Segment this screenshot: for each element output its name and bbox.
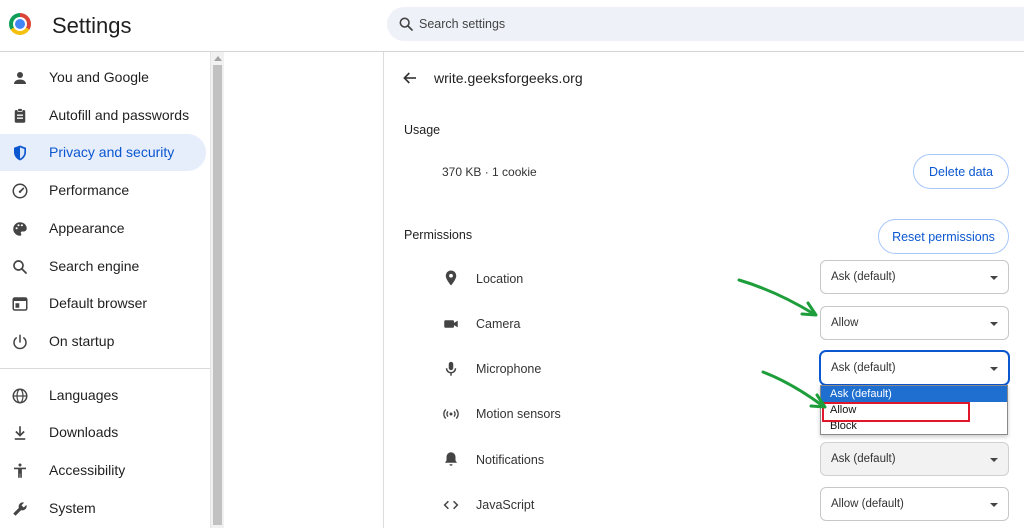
caret-down-icon bbox=[990, 322, 998, 326]
permission-label-notifications: Notifications bbox=[476, 453, 545, 467]
permission-label-microphone: Microphone bbox=[476, 362, 542, 376]
dropdown-option-allow[interactable]: Allow bbox=[821, 402, 1007, 418]
usage-summary: 370 KB · 1 cookie bbox=[442, 165, 537, 179]
palette-icon bbox=[13, 222, 27, 236]
back-arrow-icon[interactable] bbox=[402, 70, 418, 86]
usage-heading: Usage bbox=[404, 123, 441, 137]
globe-icon bbox=[12, 388, 28, 404]
sidebar-item-label: Appearance bbox=[49, 220, 125, 236]
sidebar-item-appearance[interactable]: Appearance bbox=[0, 210, 206, 247]
person-icon bbox=[14, 72, 26, 84]
reset-permissions-button[interactable]: Reset permissions bbox=[878, 219, 1009, 254]
shield-icon bbox=[14, 145, 26, 161]
location-pin-icon bbox=[445, 270, 457, 286]
caret-down-icon bbox=[990, 276, 998, 280]
page-title: Settings bbox=[52, 13, 132, 38]
motion-sensor-icon bbox=[443, 409, 459, 419]
select-value: Ask (default) bbox=[831, 362, 896, 374]
dropdown-option-ask[interactable]: Ask (default) bbox=[821, 386, 1007, 402]
location-permission-select[interactable]: Ask (default) bbox=[820, 260, 1009, 294]
sidebar-item-search-engine[interactable]: Search engine bbox=[0, 248, 206, 285]
sidebar-item-label: Default browser bbox=[49, 295, 148, 311]
sidebar-item-you-and-google[interactable]: You and Google bbox=[0, 59, 206, 96]
code-icon bbox=[443, 500, 459, 510]
sidebar-item-label: System bbox=[49, 500, 96, 516]
sidebar-item-label: Autofill and passwords bbox=[49, 107, 190, 123]
caret-down-icon bbox=[990, 458, 998, 462]
sidebar-item-downloads[interactable]: Downloads bbox=[0, 414, 206, 451]
sidebar-item-label: You and Google bbox=[49, 69, 149, 85]
select-value: Ask (default) bbox=[831, 271, 896, 283]
microphone-permission-select[interactable]: Ask (default) bbox=[820, 351, 1009, 385]
search-icon bbox=[13, 260, 27, 274]
sidebar-item-default-browser[interactable]: Default browser bbox=[0, 285, 206, 322]
top-bar: Settings bbox=[0, 0, 1024, 52]
camera-icon bbox=[444, 320, 458, 328]
javascript-permission-select[interactable]: Allow (default) bbox=[820, 487, 1009, 521]
sidebar-item-languages[interactable]: Languages bbox=[0, 377, 206, 414]
scroll-up-arrow-icon[interactable] bbox=[214, 56, 222, 61]
chrome-logo-icon bbox=[9, 13, 31, 35]
dropdown-option-block[interactable]: Block bbox=[821, 418, 1007, 434]
microphone-options-dropdown[interactable]: Ask (default) Allow Block bbox=[820, 385, 1008, 435]
camera-permission-select[interactable]: Allow bbox=[820, 306, 1009, 340]
permission-label-location: Location bbox=[476, 272, 524, 286]
search-box[interactable] bbox=[387, 7, 1024, 41]
sidebar-scrollbar[interactable] bbox=[210, 52, 224, 528]
sidebar-item-label: Languages bbox=[49, 387, 119, 403]
sidebar-item-label: Accessibility bbox=[49, 462, 126, 478]
accessibility-icon bbox=[14, 463, 26, 478]
power-icon bbox=[13, 334, 27, 350]
sidebar-item-privacy[interactable]: Privacy and security bbox=[0, 134, 206, 171]
scroll-thumb[interactable] bbox=[213, 65, 222, 525]
permission-label-motion-sensors: Motion sensors bbox=[476, 407, 561, 421]
sidebar-item-label: Performance bbox=[49, 182, 130, 198]
site-origin-title: write.geeksforgeeks.org bbox=[434, 70, 583, 86]
notifications-permission-select[interactable]: Ask (default) bbox=[820, 442, 1009, 476]
permissions-heading: Permissions bbox=[404, 228, 473, 242]
browser-window-icon bbox=[12, 297, 28, 311]
caret-down-icon bbox=[990, 367, 998, 371]
wrench-icon bbox=[13, 502, 27, 516]
sidebar-item-system[interactable]: System bbox=[0, 490, 206, 527]
permission-label-javascript: JavaScript bbox=[476, 498, 535, 512]
sidebar: You and Google Autofill and passwords Pr… bbox=[0, 52, 210, 528]
select-value: Allow bbox=[831, 317, 859, 329]
site-settings-card: write.geeksforgeeks.org Usage 370 KB · 1… bbox=[383, 52, 1024, 528]
caret-down-icon bbox=[990, 503, 998, 507]
sidebar-item-label: On startup bbox=[49, 333, 115, 349]
bell-icon bbox=[445, 452, 457, 466]
sidebar-item-autofill[interactable]: Autofill and passwords bbox=[0, 97, 206, 134]
sidebar-item-accessibility[interactable]: Accessibility bbox=[0, 452, 206, 489]
permission-label-camera: Camera bbox=[476, 317, 521, 331]
clipboard-icon bbox=[14, 108, 26, 123]
download-icon bbox=[14, 426, 26, 440]
sidebar-item-performance[interactable]: Performance bbox=[0, 172, 206, 209]
sidebar-item-label: Privacy and security bbox=[49, 144, 175, 160]
search-icon bbox=[399, 17, 413, 31]
select-value: Ask (default) bbox=[831, 453, 896, 465]
sidebar-divider bbox=[0, 368, 210, 369]
search-input[interactable] bbox=[419, 7, 1009, 41]
sidebar-item-label: Search engine bbox=[49, 258, 140, 274]
sidebar-item-on-startup[interactable]: On startup bbox=[0, 323, 206, 360]
delete-data-button[interactable]: Delete data bbox=[913, 154, 1009, 189]
select-value: Allow (default) bbox=[831, 498, 904, 510]
sidebar-item-label: Downloads bbox=[49, 424, 119, 440]
microphone-icon bbox=[445, 361, 457, 376]
speedometer-icon bbox=[12, 183, 28, 199]
